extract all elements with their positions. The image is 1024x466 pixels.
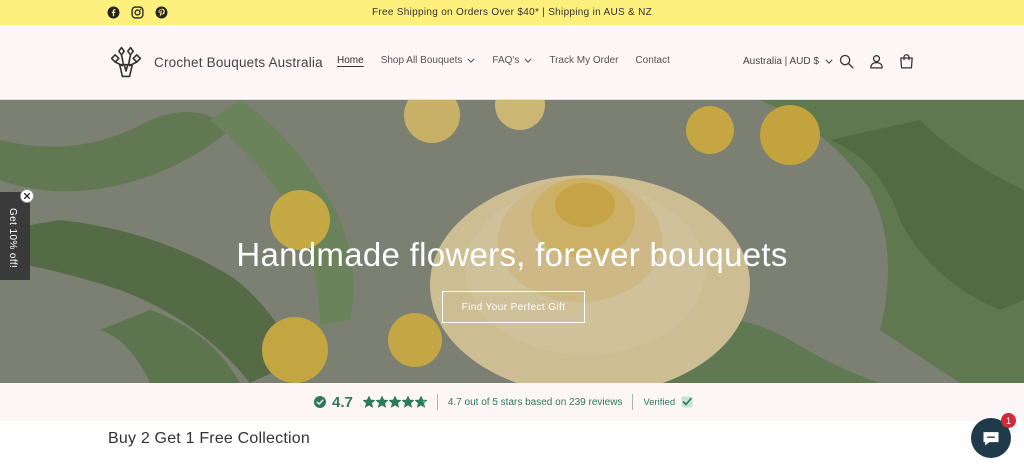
bouquet-logo-icon xyxy=(110,46,142,78)
nav-track-label: Track My Order xyxy=(549,55,619,66)
chevron-down-icon xyxy=(825,59,833,64)
reviews-summary[interactable]: 4.7 4.7 out of 5 stars based on 239 revi… xyxy=(314,393,693,411)
nav-faqs[interactable]: FAQ's xyxy=(492,55,532,66)
instagram-icon[interactable] xyxy=(131,6,144,19)
verified-label: Verified xyxy=(643,396,676,408)
star-icon xyxy=(362,396,375,408)
nav-shop-all-bouquets[interactable]: Shop All Bouquets xyxy=(381,55,476,66)
social-links xyxy=(107,6,168,19)
star-rating xyxy=(362,396,427,408)
review-score: 4.7 xyxy=(332,393,353,411)
brand-logo[interactable]: Crochet Bouquets Australia xyxy=(108,44,323,80)
cart-icon[interactable] xyxy=(898,53,915,70)
find-gift-button[interactable]: Find Your Perfect Gift xyxy=(442,291,585,323)
header-icons xyxy=(838,53,915,70)
collection-title: Buy 2 Get 1 Free Collection xyxy=(108,430,310,447)
star-icon xyxy=(388,396,401,408)
verified-badge-icon xyxy=(681,396,693,408)
brand-name: Crochet Bouquets Australia xyxy=(154,54,323,70)
chevron-down-icon xyxy=(467,58,475,63)
discount-tab[interactable]: Get 10% off! xyxy=(0,192,30,280)
star-icon xyxy=(414,396,427,408)
main-nav: Home Shop All Bouquets FAQ's Track My Or… xyxy=(337,55,670,66)
region-label: Australia | AUD $ xyxy=(743,56,819,67)
pinterest-icon[interactable] xyxy=(155,6,168,19)
check-circle-icon xyxy=(314,396,326,408)
divider xyxy=(632,394,634,410)
reviews-bar: 4.7 4.7 out of 5 stars based on 239 revi… xyxy=(0,383,1024,421)
nav-contact[interactable]: Contact xyxy=(635,55,669,66)
discount-close-button[interactable] xyxy=(20,189,34,203)
star-icon xyxy=(375,396,388,408)
announcement-bar: Free Shipping on Orders Over $40* | Ship… xyxy=(0,0,1024,25)
nav-contact-label: Contact xyxy=(635,55,670,66)
chevron-down-icon xyxy=(524,58,532,63)
facebook-icon[interactable] xyxy=(107,6,120,19)
star-icon xyxy=(401,396,414,408)
hero-title: Handmade flowers, forever bouquets xyxy=(236,236,788,273)
region-selector[interactable]: Australia | AUD $ xyxy=(743,56,833,67)
account-icon[interactable] xyxy=(868,53,885,70)
hero-banner: Handmade flowers, forever bouquets Find … xyxy=(0,100,1024,383)
chat-bubble-icon xyxy=(983,432,999,446)
search-icon[interactable] xyxy=(838,53,855,70)
divider xyxy=(436,394,438,410)
close-icon xyxy=(23,192,31,200)
review-summary-text: 4.7 out of 5 stars based on 239 reviews xyxy=(447,396,623,408)
nav-faqs-label: FAQ's xyxy=(492,55,520,66)
nav-home[interactable]: Home xyxy=(337,55,364,66)
nav-track-my-order[interactable]: Track My Order xyxy=(549,55,618,66)
nav-home-label: Home xyxy=(337,55,364,66)
chat-notification-badge: 1 xyxy=(1001,413,1016,428)
site-header: Crochet Bouquets Australia Home Shop All… xyxy=(0,25,1024,100)
discount-label: Get 10% off! xyxy=(7,208,18,269)
nav-shop-label: Shop All Bouquets xyxy=(380,55,463,66)
